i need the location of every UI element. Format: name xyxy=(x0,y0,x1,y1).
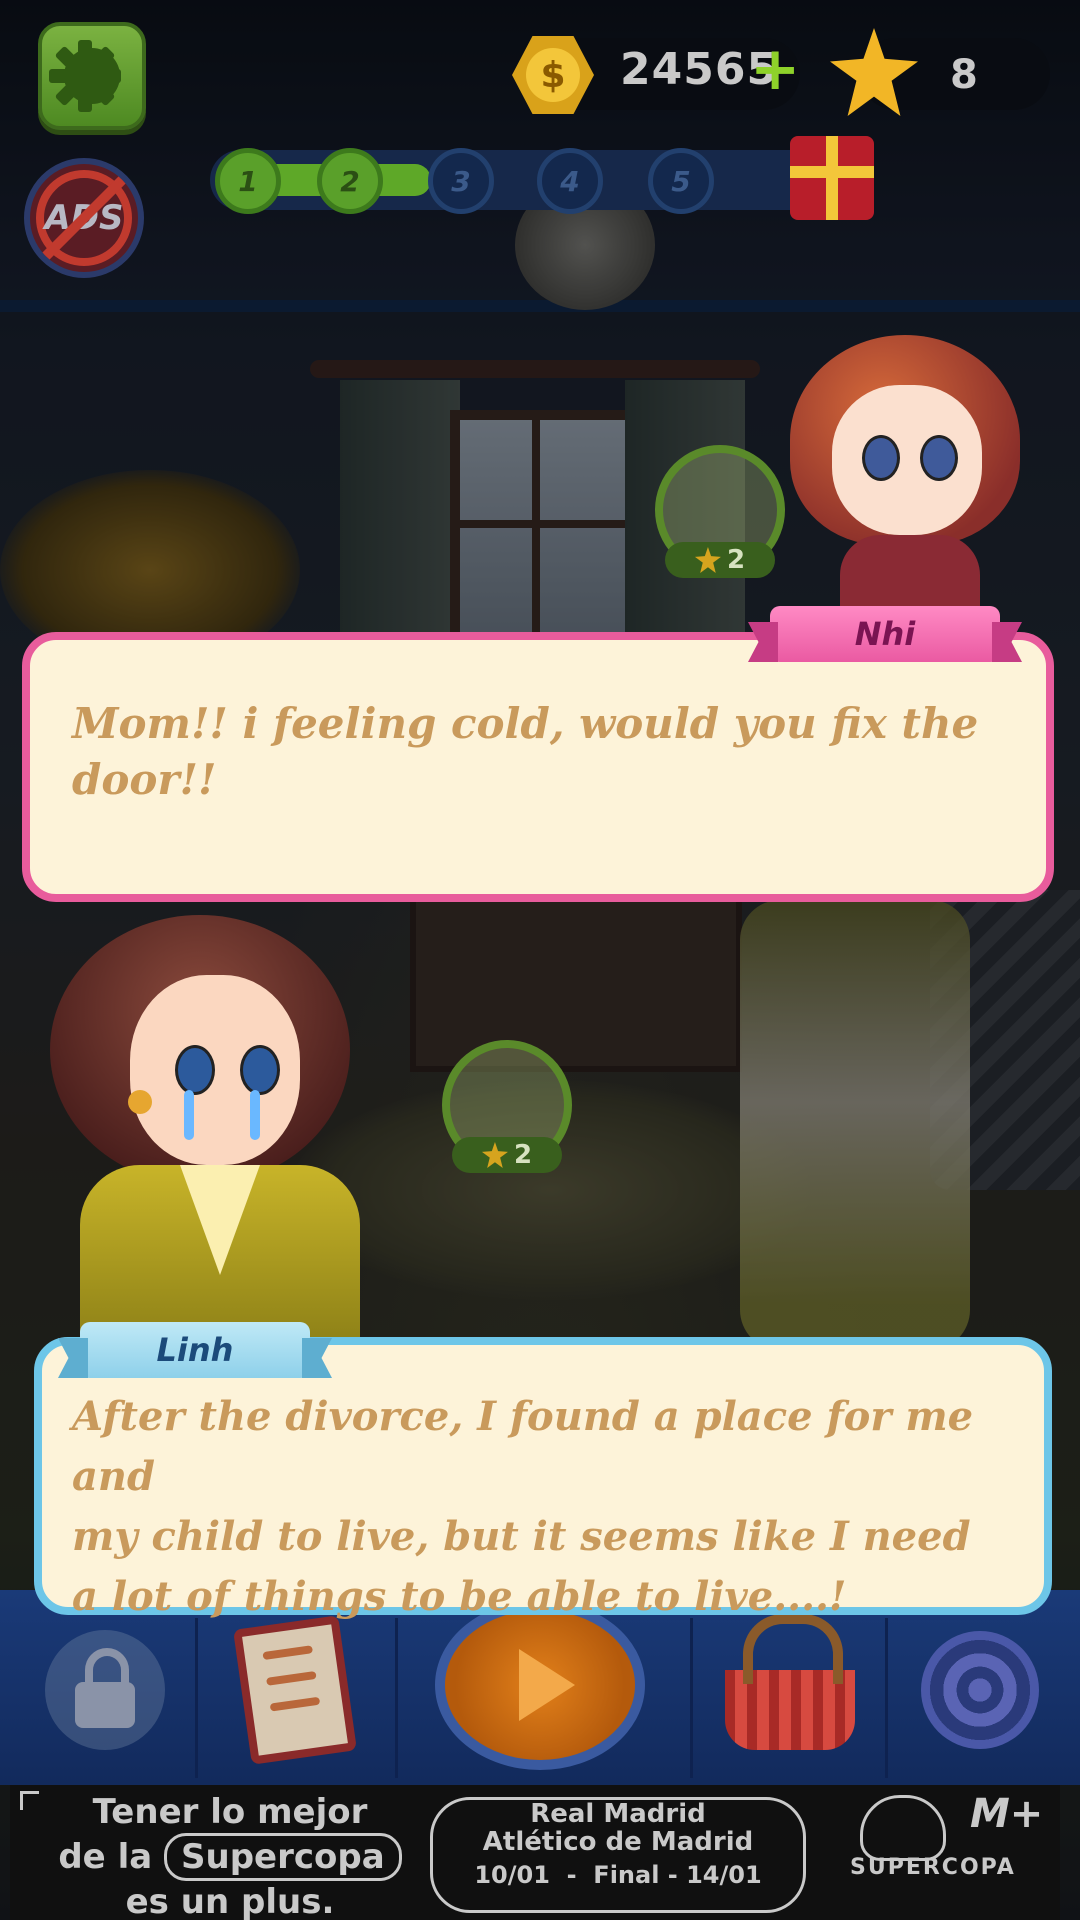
ad-match-card: Real Madrid Atlético de Madrid 10/01 - F… xyxy=(430,1797,806,1913)
lock-icon xyxy=(75,1648,135,1728)
shop-button[interactable] xyxy=(715,1614,865,1760)
progress-step-4: 4 xyxy=(537,148,603,214)
target-button[interactable] xyxy=(905,1620,1055,1760)
star-value: 8 xyxy=(950,52,978,98)
star-icon xyxy=(481,1142,508,1168)
linh-portrait xyxy=(50,915,370,1355)
progress-step-5: 5 xyxy=(648,148,714,214)
rug-cost-badge: 2 xyxy=(452,1137,562,1173)
ad-banner[interactable]: Tener lo mejor de la Supercopa es un plu… xyxy=(10,1785,1060,1920)
nhi-portrait xyxy=(790,335,1020,645)
dialog-text: Mom!! i feeling cold, would you fix the … xyxy=(72,699,979,804)
progress-step-3: 3 xyxy=(428,148,494,214)
level-progress-bar xyxy=(210,150,850,210)
supercopa-logo-icon xyxy=(860,1795,946,1861)
star-icon xyxy=(694,547,721,573)
tasks-button[interactable] xyxy=(220,1615,370,1765)
add-coins-button[interactable]: + xyxy=(750,34,800,104)
no-ads-button[interactable]: ADS xyxy=(24,158,144,278)
gift-icon[interactable] xyxy=(790,136,874,220)
basket-icon xyxy=(725,1614,855,1750)
progress-step-2: 2 xyxy=(317,148,383,214)
ad-provider: M+ xyxy=(970,1791,1044,1837)
tasks-icon xyxy=(233,1615,357,1765)
dialog-box-linh[interactable]: After the divorce, I found a place for m… xyxy=(34,1337,1052,1620)
speaker-name-nhi: Nhi xyxy=(770,606,1000,662)
curtain-cost-badge: 2 xyxy=(665,542,775,578)
ad-headline: Tener lo mejor de la Supercopa es un plu… xyxy=(40,1791,420,1920)
ad-brand: SUPERCOPA xyxy=(850,1855,1016,1880)
dialog-text: After the divorce, I found a place for m… xyxy=(72,1393,974,1620)
locked-feature-button[interactable] xyxy=(30,1620,180,1760)
target-icon xyxy=(921,1631,1039,1749)
dialog-box-nhi[interactable]: Mom!! i feeling cold, would you fix the … xyxy=(22,632,1054,902)
play-icon xyxy=(519,1649,575,1721)
progress-step-1: 1 xyxy=(215,148,281,214)
settings-button[interactable] xyxy=(38,22,146,130)
speaker-name-linh: Linh xyxy=(80,1322,310,1378)
gear-icon xyxy=(49,40,121,112)
